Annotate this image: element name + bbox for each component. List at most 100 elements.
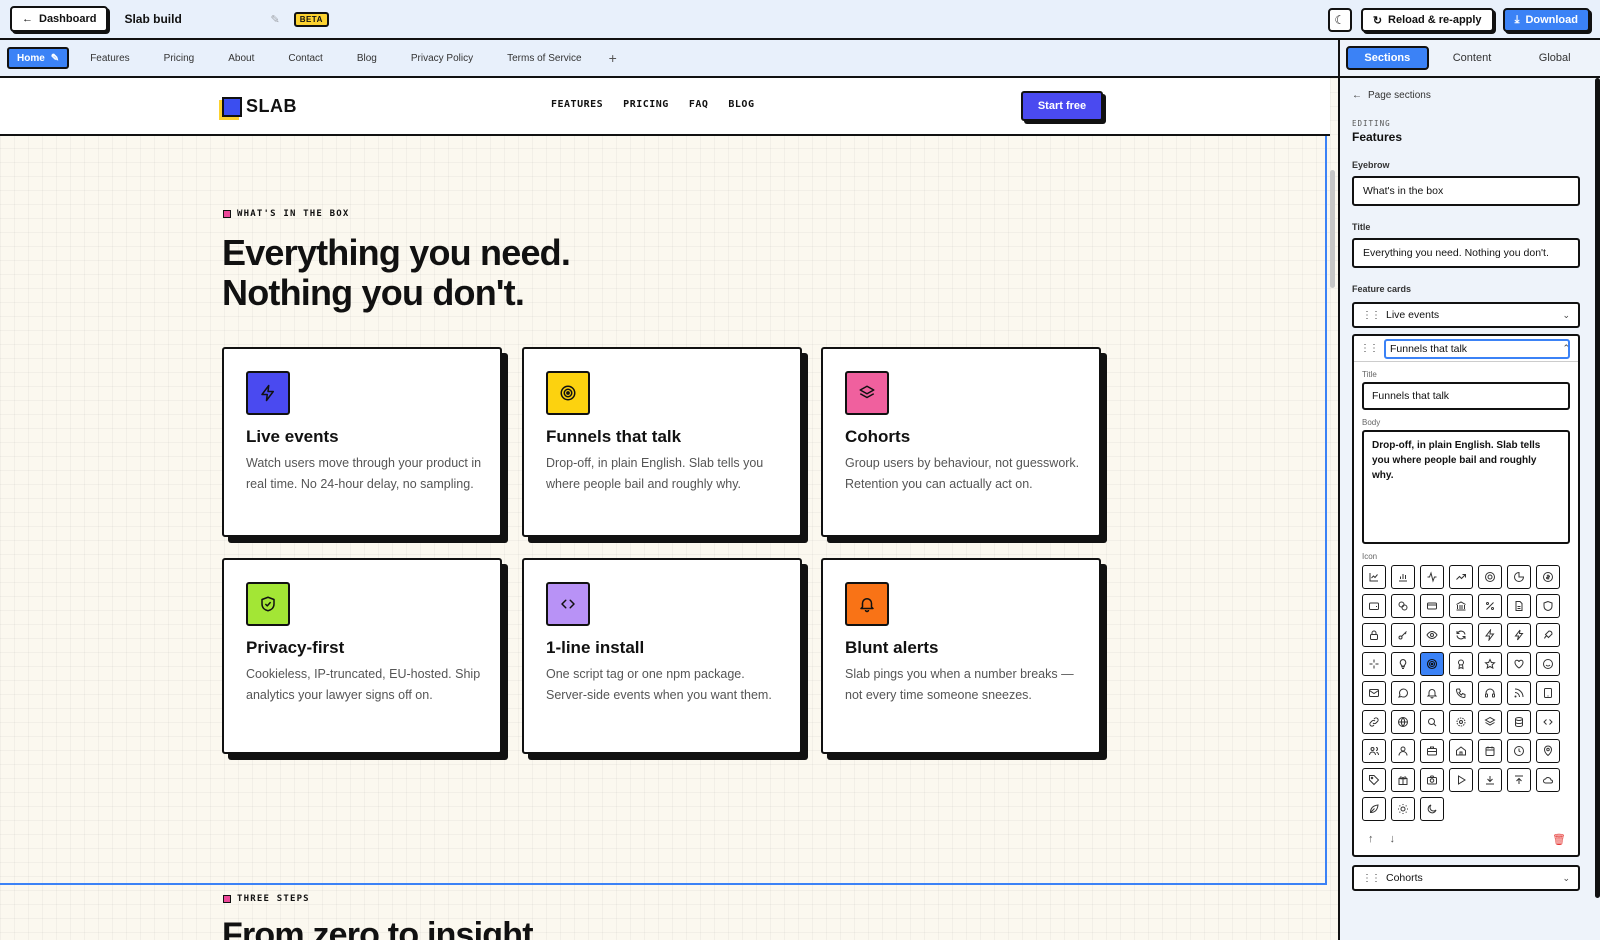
page-tab-about[interactable]: About [211,47,271,69]
page-tab-home[interactable]: Home ✎ [7,47,70,69]
site-nav-pricing[interactable]: PRICING [623,99,669,110]
eyebrow-field[interactable]: What's in the box [1352,176,1580,206]
camera-icon[interactable] [1420,768,1444,792]
headphones-icon[interactable] [1478,681,1502,705]
download-icon[interactable] [1478,768,1502,792]
reload-reapply-button[interactable]: ↻ Reload & re-apply [1360,8,1494,32]
tab-global[interactable]: Global [1515,46,1594,70]
refresh-icon[interactable] [1449,623,1473,647]
target-icon[interactable] [1478,565,1502,589]
start-free-button[interactable]: Start free [1021,91,1103,121]
accordion-header[interactable]: ⋮⋮ Funnels that talk ⌃ [1354,336,1578,362]
sparkles-icon[interactable] [1362,652,1386,676]
delete-card-icon[interactable]: 🗑 [1552,833,1566,846]
bank-icon[interactable] [1449,594,1473,618]
panel-scrollbar[interactable] [1595,78,1600,898]
feature-card[interactable]: Funnels that talk Drop-off, in plain Eng… [522,347,802,537]
percent-icon[interactable] [1478,594,1502,618]
bar-chart-icon[interactable] [1391,565,1415,589]
rocket-icon[interactable] [1536,623,1560,647]
trending-up-icon[interactable] [1449,565,1473,589]
back-to-page-sections[interactable]: ← Page sections [1352,90,1580,101]
phone-icon[interactable] [1449,681,1473,705]
target-icon-selected[interactable] [1420,652,1444,676]
map-pin-icon[interactable] [1536,739,1560,763]
card-title-input[interactable]: Funnels that talk [1362,382,1570,410]
drag-handle-icon[interactable]: ⋮⋮ [1362,873,1381,884]
drag-handle-icon[interactable]: ⋮⋮ [1360,343,1379,354]
page-tab-features[interactable]: Features [73,47,146,69]
pencil-icon[interactable]: ✎ [51,53,59,64]
heart-icon[interactable] [1507,652,1531,676]
site-logo[interactable]: SLAB [222,96,297,117]
page-tab-terms-of-service[interactable]: Terms of Service [490,47,598,69]
tab-content[interactable]: Content [1433,46,1512,70]
add-page-button[interactable]: + [599,47,627,69]
drag-handle-icon[interactable]: ⋮⋮ [1362,310,1381,321]
link-icon[interactable] [1362,710,1386,734]
lightbulb-icon[interactable] [1391,652,1415,676]
sun-icon[interactable] [1391,797,1415,821]
gear-icon[interactable] [1449,710,1473,734]
wallet-icon[interactable] [1362,594,1386,618]
lock-icon[interactable] [1362,623,1386,647]
file-icon[interactable] [1507,594,1531,618]
feature-card[interactable]: Privacy-first Cookieless, IP-truncated, … [222,558,502,754]
feature-card-accordion[interactable]: ⋮⋮ Cohorts ⌄ [1352,865,1580,891]
globe-icon[interactable] [1391,710,1415,734]
users-icon[interactable] [1362,739,1386,763]
chevron-up-icon[interactable]: ⌃ [1562,343,1570,354]
moon-icon[interactable] [1420,797,1444,821]
dashboard-button[interactable]: ← Dashboard [10,6,109,32]
calendar-icon[interactable] [1478,739,1502,763]
upload-icon[interactable] [1507,768,1531,792]
pie-chart-icon[interactable] [1507,565,1531,589]
page-tab-blog[interactable]: Blog [340,47,394,69]
award-icon[interactable] [1449,652,1473,676]
key-icon[interactable] [1391,623,1415,647]
dollar-icon[interactable] [1536,565,1560,589]
database-icon[interactable] [1507,710,1531,734]
page-tab-contact[interactable]: Contact [271,47,339,69]
star-icon[interactable] [1478,652,1502,676]
move-up-icon[interactable]: ↑ [1368,833,1374,845]
briefcase-icon[interactable] [1420,739,1444,763]
download-button[interactable]: ⤓ Download [1502,8,1590,32]
home-icon[interactable] [1449,739,1473,763]
play-icon[interactable] [1449,768,1473,792]
feature-card[interactable]: Cohorts Group users by behaviour, not gu… [821,347,1101,537]
feature-card[interactable]: 1-line install One script tag or one npm… [522,558,802,754]
search-icon[interactable] [1420,710,1444,734]
gift-icon[interactable] [1391,768,1415,792]
clock-icon[interactable] [1507,739,1531,763]
move-down-icon[interactable]: ↓ [1390,833,1396,845]
eye-icon[interactable] [1420,623,1444,647]
shield-icon[interactable] [1536,594,1560,618]
site-nav-faq[interactable]: FAQ [689,99,709,110]
layers-icon[interactable] [1478,710,1502,734]
mail-icon[interactable] [1362,681,1386,705]
code-icon[interactable] [1536,710,1560,734]
card-body-textarea[interactable]: Drop-off, in plain English. Slab tells y… [1362,430,1570,544]
site-nav-features[interactable]: FEATURES [551,99,603,110]
bell-icon[interactable] [1420,681,1444,705]
tag-icon[interactable] [1362,768,1386,792]
card-name-input[interactable]: Funnels that talk [1384,338,1570,359]
rss-icon[interactable] [1507,681,1531,705]
pencil-icon[interactable]: ✎ [270,13,279,26]
tablet-icon[interactable] [1536,681,1560,705]
cloud-icon[interactable] [1536,768,1560,792]
bolt-icon[interactable] [1478,623,1502,647]
title-field[interactable]: Everything you need. Nothing you don't. [1352,238,1580,268]
line-chart-icon[interactable] [1362,565,1386,589]
credit-card-icon[interactable] [1420,594,1444,618]
tab-sections[interactable]: Sections [1346,46,1429,70]
dark-mode-toggle[interactable]: ☾ [1327,8,1352,32]
page-tab-pricing[interactable]: Pricing [147,47,212,69]
user-icon[interactable] [1391,739,1415,763]
feature-card[interactable]: Blunt alerts Slab pings you when a numbe… [821,558,1101,754]
message-icon[interactable] [1391,681,1415,705]
leaf-icon[interactable] [1362,797,1386,821]
activity-icon[interactable] [1420,565,1444,589]
smile-icon[interactable] [1536,652,1560,676]
